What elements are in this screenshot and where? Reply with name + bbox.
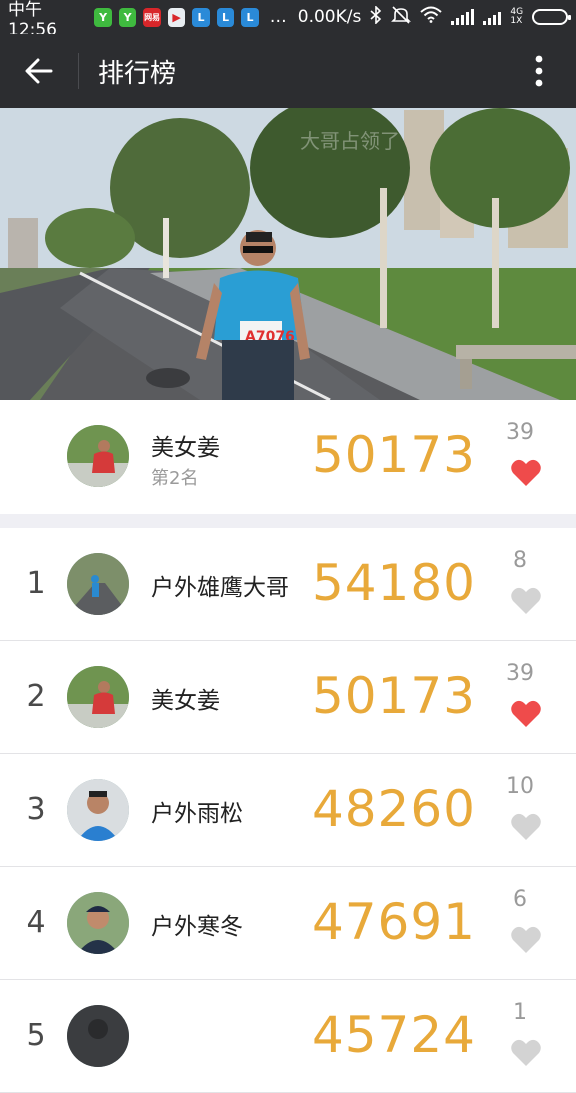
step-count: 47691: [311, 893, 476, 951]
app-icon: L: [192, 7, 210, 27]
more-options-button[interactable]: [502, 34, 576, 108]
my-rank-text: 第2名: [151, 468, 199, 489]
like-count: 8: [513, 548, 527, 573]
signal-icon: [483, 9, 502, 25]
step-count: 50173: [311, 667, 476, 725]
page-title: 排行榜: [98, 58, 177, 89]
cover-photo-illustration: A7076 大哥占领了: [0, 108, 576, 400]
network-speed: 0.00K/s: [297, 7, 362, 27]
leaderboard-list: 1 户外雄鹰大哥 54180 8 2 美女姜 50173 39 3 户外雨松 4…: [0, 528, 576, 1093]
leaderboard-row[interactable]: 5 45724 1: [0, 980, 576, 1093]
like-count: 1: [513, 1000, 527, 1025]
like-count: 39: [506, 661, 534, 686]
avatar[interactable]: [67, 779, 129, 841]
avatar[interactable]: [67, 553, 129, 615]
user-name: 户外寒冬: [151, 914, 243, 940]
avatar[interactable]: [67, 666, 129, 728]
leaderboard-row[interactable]: 3 户外雨松 48260 10: [0, 754, 576, 867]
network-type: 4G 1X: [510, 7, 524, 26]
status-bar: 中午12:56 Y Y 网易 ▶ L L L … 0.00K/s 4G 1X: [0, 0, 576, 40]
heart-icon[interactable]: [510, 1038, 542, 1068]
avatar[interactable]: [67, 892, 129, 954]
rank-number: 1: [26, 566, 46, 601]
user-name: 美女姜: [151, 688, 220, 714]
heart-icon[interactable]: [510, 812, 542, 842]
app-header: 排行榜: [0, 34, 576, 108]
back-arrow-icon: [25, 58, 53, 84]
bluetooth-icon: [370, 4, 382, 29]
back-button[interactable]: [0, 34, 78, 108]
heart-icon[interactable]: [510, 586, 542, 616]
my-name: 美女姜: [151, 435, 220, 461]
avatar[interactable]: [67, 425, 129, 487]
leaderboard-row[interactable]: 2 美女姜 50173 39: [0, 641, 576, 754]
like-count: 6: [513, 887, 527, 912]
wechat-pay-icon: Y: [118, 7, 137, 27]
avatar[interactable]: [67, 1005, 129, 1067]
cover-photo: A7076 大哥占领了: [0, 108, 576, 400]
my-like-count: 39: [506, 420, 534, 445]
heart-icon[interactable]: [510, 458, 542, 488]
like-count: 10: [506, 774, 534, 799]
my-step-count: 50173: [311, 426, 476, 484]
signal-icon: [451, 9, 475, 25]
wechat-pay-icon: Y: [94, 7, 112, 27]
my-rank-card: 美女姜 第2名 50173 39: [0, 400, 576, 514]
header-divider: [78, 53, 79, 89]
leaderboard-row[interactable]: 1 户外雄鹰大哥 54180 8: [0, 528, 576, 641]
user-name: 户外雨松: [151, 801, 243, 827]
video-app-icon: ▶: [167, 7, 186, 27]
user-name: 户外雄鹰大哥: [151, 575, 289, 601]
step-count: 45724: [311, 1006, 476, 1064]
rank-number: 4: [26, 905, 46, 940]
battery-icon: [532, 9, 572, 25]
news-app-icon: 网易: [143, 7, 161, 27]
heart-icon[interactable]: [510, 925, 542, 955]
step-count: 54180: [311, 554, 476, 612]
more-notifications-icon: …: [269, 7, 288, 27]
svg-text:大哥占领了: 大哥占领了: [300, 129, 400, 153]
wifi-icon: [420, 6, 443, 28]
app-icon: L: [216, 7, 235, 27]
rank-number: 3: [26, 792, 46, 827]
rank-number: 2: [26, 679, 46, 714]
leaderboard-row[interactable]: 4 户外寒冬 47691 6: [0, 867, 576, 980]
rank-number: 5: [26, 1018, 46, 1053]
step-count: 48260: [311, 780, 476, 838]
app-icon: L: [241, 7, 259, 27]
heart-icon[interactable]: [510, 699, 542, 729]
mute-icon: [391, 5, 412, 29]
more-vert-icon: [535, 55, 543, 87]
